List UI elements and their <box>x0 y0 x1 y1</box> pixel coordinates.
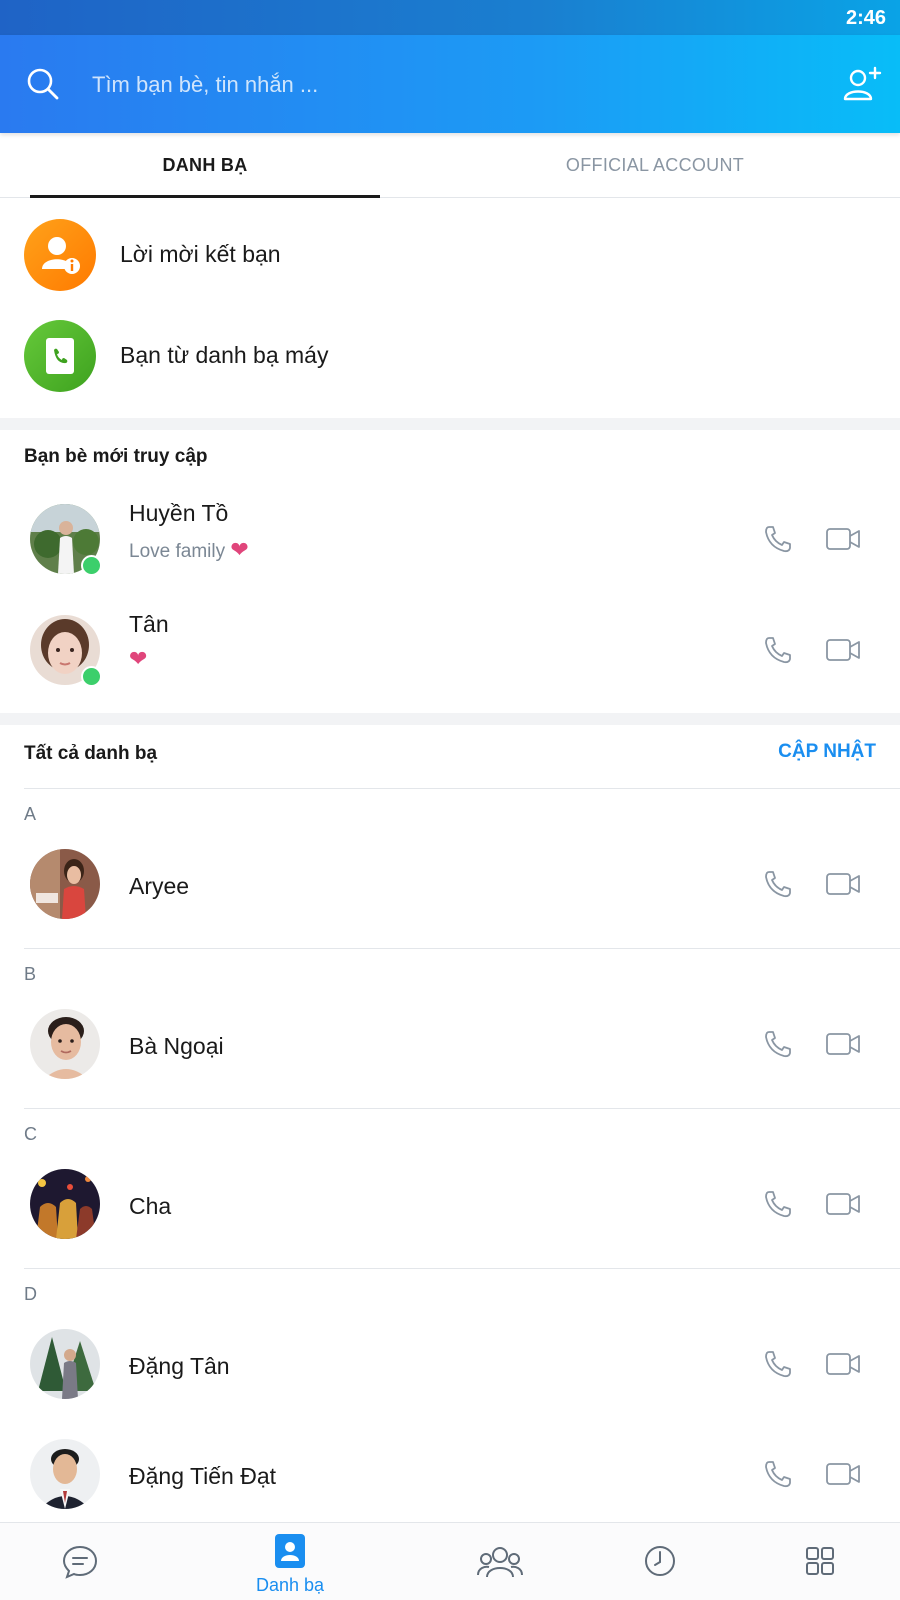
phonebook-friends-item[interactable]: Bạn từ danh bạ máy <box>0 306 900 406</box>
contact-row[interactable]: Đặng Tân <box>0 1310 900 1420</box>
recent-section-title: Bạn bè mới truy cập <box>24 446 208 467</box>
search-icon[interactable] <box>26 67 60 101</box>
phone-icon[interactable] <box>763 1189 793 1219</box>
app-header <box>0 35 900 133</box>
avatar <box>30 849 100 919</box>
recent-contact-row[interactable]: Huyền Tồ Love family ❤ <box>0 482 900 592</box>
contact-name: Tân <box>129 611 169 637</box>
contact-row[interactable]: Aryee <box>0 830 900 940</box>
status-bar: 2:46 <box>0 0 900 35</box>
avatar <box>30 1439 100 1509</box>
friend-request-icon <box>24 219 96 291</box>
section-divider <box>0 713 900 725</box>
heart-icon: ❤ <box>230 537 249 562</box>
tab-official-account[interactable]: OFFICIAL ACCOUNT <box>450 133 860 198</box>
nav-more[interactable] <box>760 1523 880 1600</box>
index-letter: D <box>24 1284 37 1304</box>
video-call-icon[interactable] <box>826 1190 860 1218</box>
update-contacts-button[interactable]: CẬP NHẬT <box>778 741 876 763</box>
heart-icon: ❤ <box>129 646 148 671</box>
phone-icon[interactable] <box>763 635 793 665</box>
contact-row[interactable]: Đặng Tiến Đạt <box>0 1420 900 1530</box>
all-contacts-title: Tất cả danh bạ <box>24 743 158 764</box>
phone-icon[interactable] <box>763 524 793 554</box>
contact-name: Aryee <box>129 873 190 899</box>
add-friend-icon[interactable] <box>842 65 882 105</box>
online-indicator <box>81 666 102 687</box>
contact-name: Bà Ngoại <box>129 1033 224 1059</box>
avatar <box>30 1009 100 1079</box>
phone-icon[interactable] <box>763 1029 793 1059</box>
chat-icon <box>62 1545 98 1579</box>
nav-contacts[interactable]: Danh bạ <box>230 1523 350 1600</box>
groups-icon <box>477 1547 523 1578</box>
video-call-icon[interactable] <box>826 870 860 898</box>
nav-timeline[interactable] <box>600 1523 720 1600</box>
phone-icon[interactable] <box>763 1459 793 1489</box>
index-letter: C <box>24 1124 37 1144</box>
contact-status: ❤ <box>129 646 147 672</box>
clock-icon <box>645 1546 675 1576</box>
status-time: 2:46 <box>845 7 886 29</box>
nav-contacts-label: Danh bạ <box>255 1575 325 1595</box>
phone-icon[interactable] <box>763 869 793 899</box>
index-letter: B <box>24 964 37 984</box>
contacts-icon <box>275 1534 305 1568</box>
online-indicator <box>81 555 102 576</box>
friend-requests-label: Lời mời kết bạn <box>120 241 281 267</box>
video-call-icon[interactable] <box>826 1030 860 1058</box>
video-call-icon[interactable] <box>826 525 860 553</box>
contact-status: Love family ❤ <box>129 537 249 563</box>
phonebook-icon <box>24 320 96 392</box>
avatar <box>30 1329 100 1399</box>
nav-messages[interactable] <box>20 1523 140 1600</box>
search-input[interactable] <box>92 65 732 105</box>
phone-icon[interactable] <box>763 1349 793 1379</box>
phonebook-friends-label: Bạn từ danh bạ máy <box>120 342 329 368</box>
contact-name: Đặng Tiến Đạt <box>129 1463 277 1489</box>
nav-groups[interactable] <box>440 1523 560 1600</box>
recent-contact-row[interactable]: Tân ❤ <box>0 593 900 703</box>
video-call-icon[interactable] <box>826 636 860 664</box>
bottom-nav: Danh bạ <box>0 1522 900 1600</box>
status-text: Love family <box>129 541 226 562</box>
divider <box>24 788 900 789</box>
video-call-icon[interactable] <box>826 1350 860 1378</box>
contact-name: Huyền Tồ <box>129 500 229 526</box>
tab-contacts[interactable]: DANH BẠ <box>30 133 380 198</box>
grid-icon <box>806 1547 834 1575</box>
divider <box>24 1268 900 1269</box>
contact-name: Đặng Tân <box>129 1353 230 1379</box>
tab-bar: DANH BẠ OFFICIAL ACCOUNT <box>0 133 900 198</box>
contact-row[interactable]: Bà Ngoại <box>0 990 900 1100</box>
section-divider <box>0 418 900 430</box>
avatar <box>30 1169 100 1239</box>
friend-requests-item[interactable]: Lời mời kết bạn <box>0 205 900 305</box>
contact-name: Cha <box>129 1193 172 1219</box>
active-tab-indicator <box>30 195 380 198</box>
video-call-icon[interactable] <box>826 1460 860 1488</box>
divider <box>24 1108 900 1109</box>
divider <box>24 948 900 949</box>
index-letter: A <box>24 804 37 824</box>
contact-row[interactable]: Cha <box>0 1150 900 1260</box>
